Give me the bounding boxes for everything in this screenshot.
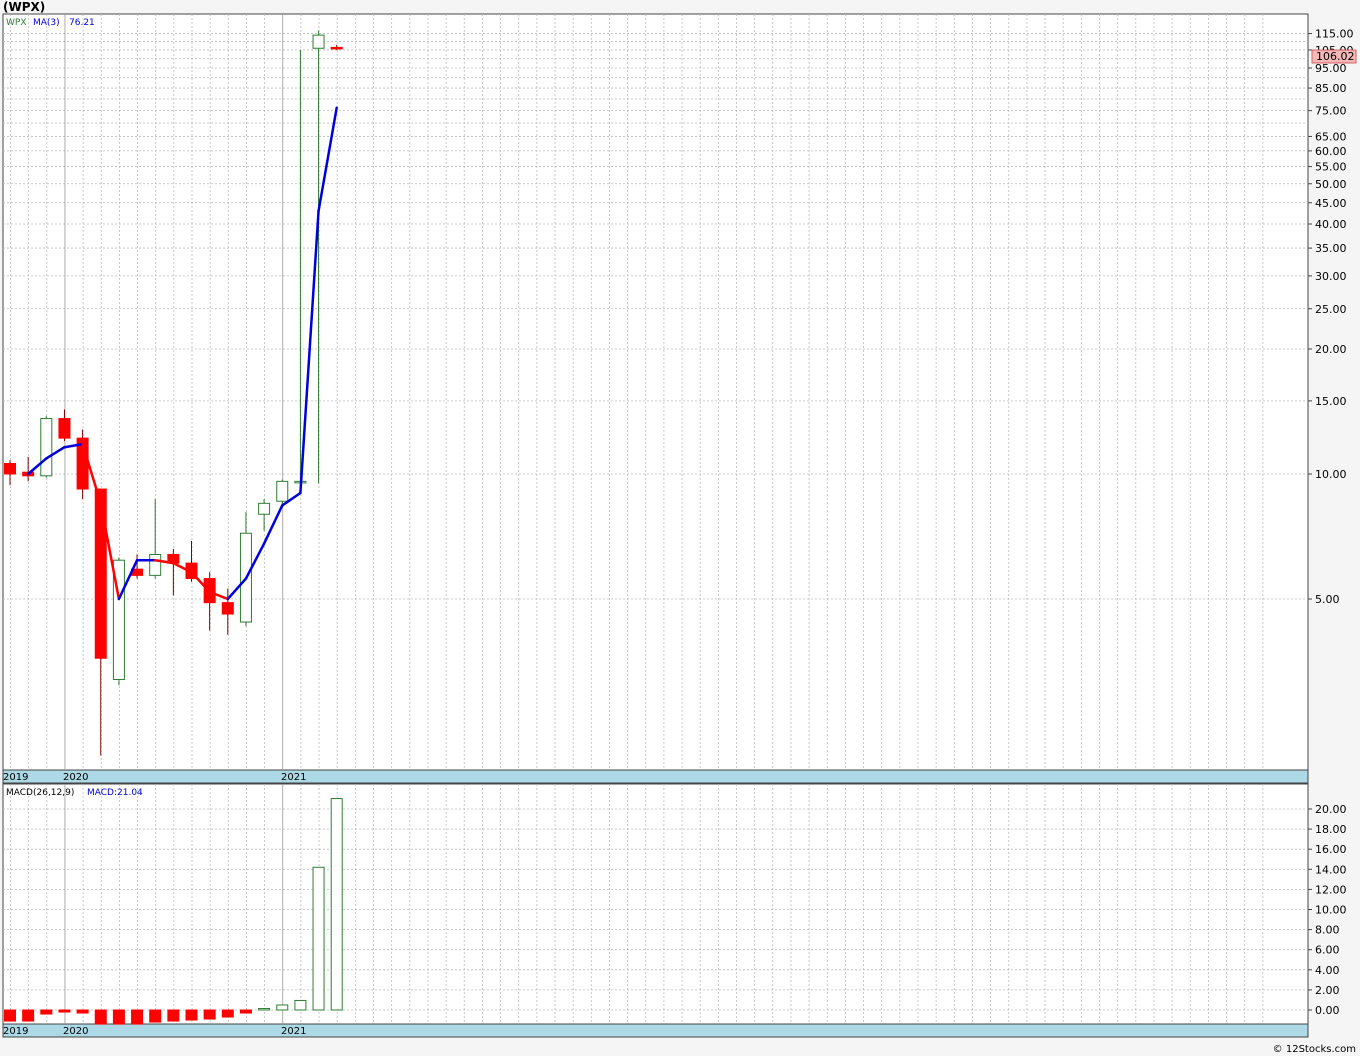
macd-tick-label: 4.00	[1315, 964, 1340, 977]
price-tick-label: 15.00	[1315, 395, 1347, 408]
price-tick-label: 65.00	[1315, 130, 1347, 143]
macd-bar	[276, 1004, 289, 1011]
macd-bar	[94, 1009, 107, 1025]
candle-body	[330, 46, 343, 50]
macd-tick-label: 8.00	[1315, 924, 1340, 937]
macd-bar	[58, 1009, 71, 1013]
macd-panel	[2, 783, 1309, 1025]
price-year-label: 2019	[3, 772, 28, 783]
macd-bar	[4, 1009, 16, 1022]
price-tick-label: 5.00	[1315, 593, 1340, 606]
candle-body	[40, 418, 53, 477]
price-tick-label: 115.00	[1315, 28, 1354, 41]
legend-ma-label: MA(3)	[33, 18, 60, 28]
macd-legend-value: MACD:21.04	[87, 788, 143, 798]
macd-year-label: 2019	[3, 1026, 28, 1037]
macd-tick-label: 6.00	[1315, 944, 1340, 957]
price-tick-label: 10.00	[1315, 468, 1347, 481]
macd-bar	[258, 1007, 271, 1011]
macd-tick-label: 16.00	[1315, 843, 1347, 856]
price-tick-label: 30.00	[1315, 270, 1347, 283]
chart-title: (WPX)	[3, 0, 45, 14]
macd-time-axis	[2, 1023, 1309, 1038]
legend-ma-value: 76.21	[69, 18, 95, 28]
macd-tick-label: 20.00	[1315, 803, 1347, 816]
watermark: © 12Stocks.com	[1273, 1044, 1356, 1055]
candle-body	[276, 480, 289, 502]
macd-year-label: 2021	[281, 1026, 306, 1037]
price-panel	[2, 13, 1309, 771]
price-tick-label: 45.00	[1315, 197, 1347, 210]
macd-bar	[40, 1009, 53, 1015]
macd-tick-label: 14.00	[1315, 863, 1347, 876]
candle-body	[221, 602, 234, 615]
macd-tick-label: 10.00	[1315, 904, 1347, 917]
macd-bar	[221, 1009, 234, 1018]
candle-body	[258, 502, 271, 515]
macd-legend-label: MACD(26,12,9)	[6, 788, 74, 798]
macd-bar	[203, 1009, 216, 1020]
macd-bar	[131, 1009, 144, 1025]
last-price-value: 106.02	[1316, 50, 1355, 63]
price-year-label: 2021	[281, 772, 306, 783]
candle-body	[312, 34, 325, 49]
macd-bar	[167, 1009, 180, 1022]
macd-bar	[76, 1009, 89, 1014]
candle-body	[94, 488, 107, 659]
macd-bar	[22, 1009, 35, 1022]
price-tick-label: 95.00	[1315, 62, 1347, 75]
candle-body	[58, 418, 71, 439]
macd-tick-label: 0.00	[1315, 1004, 1340, 1017]
macd-tick-label: 18.00	[1315, 823, 1347, 836]
price-tick-label: 60.00	[1315, 145, 1347, 158]
macd-tick-label: 2.00	[1315, 984, 1340, 997]
macd-bar	[294, 999, 307, 1011]
macd-bar	[312, 866, 325, 1011]
price-year-label: 2020	[63, 772, 88, 783]
candle-body	[149, 553, 162, 576]
macd-bar	[149, 1009, 162, 1023]
stock-chart: 5.00 10.00 15.00 20.00 25.00 30.00 35.00 40.00 4…	[0, 0, 1360, 1056]
macd-bar	[185, 1009, 198, 1021]
price-tick-label: 25.00	[1315, 303, 1347, 316]
price-tick-label: 55.00	[1315, 161, 1347, 174]
price-tick-label: 40.00	[1315, 218, 1347, 231]
legend-symbol: WPX	[6, 18, 27, 28]
macd-tick-label: 12.00	[1315, 883, 1347, 896]
price-tick-label: 75.00	[1315, 105, 1347, 118]
candle-body	[4, 462, 16, 475]
price-time-axis	[2, 769, 1309, 784]
price-tick-label: 50.00	[1315, 178, 1347, 191]
macd-bar	[239, 1009, 252, 1014]
price-tick-label: 85.00	[1315, 82, 1347, 95]
price-tick-label: 20.00	[1315, 343, 1347, 356]
macd-year-label: 2020	[63, 1026, 88, 1037]
macd-bar	[330, 798, 343, 1011]
price-tick-label: 35.00	[1315, 242, 1347, 255]
macd-bar	[112, 1009, 125, 1025]
